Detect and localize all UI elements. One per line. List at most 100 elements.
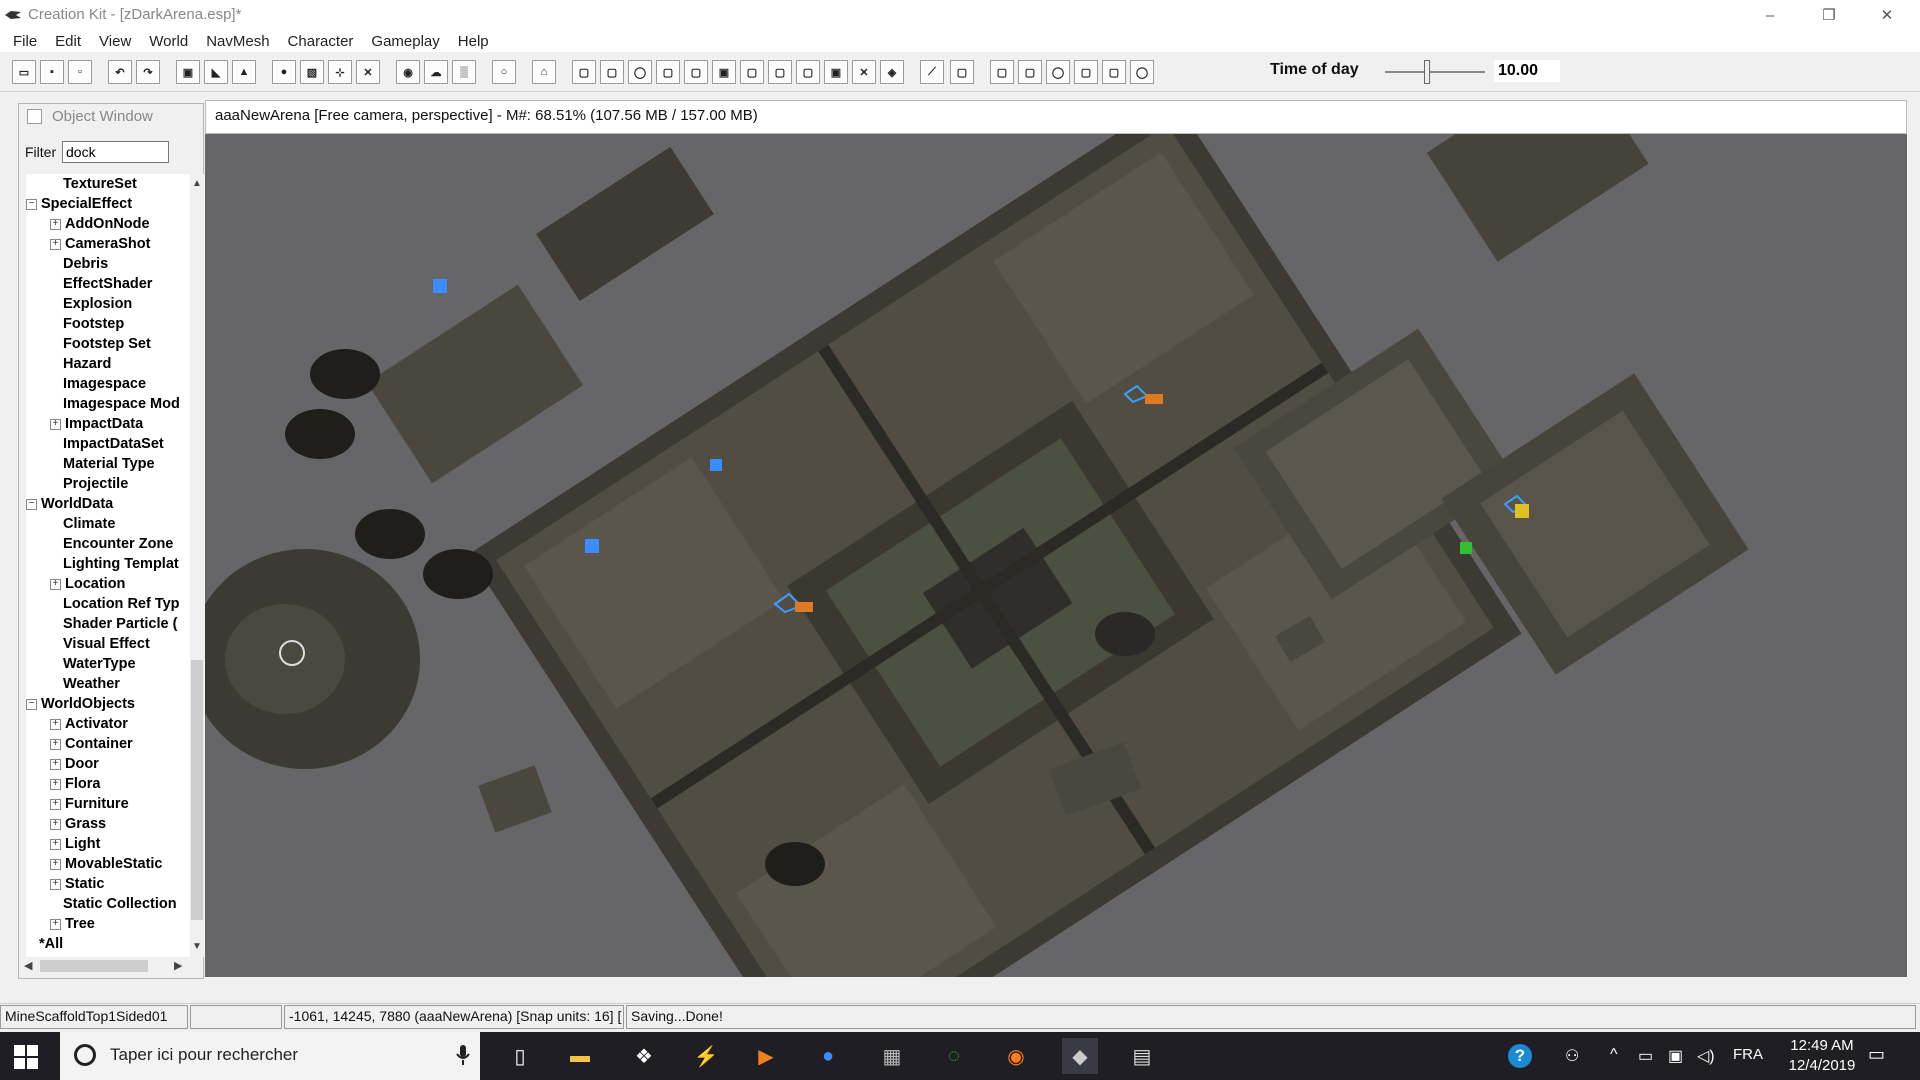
taskbar-clock[interactable]: 12:49 AM 12/4/2019 — [1762, 1036, 1882, 1076]
collapse-icon[interactable]: − — [26, 698, 37, 710]
tree-item[interactable]: + Activator — [50, 714, 128, 734]
tree-item[interactable]: + Furniture — [50, 794, 129, 814]
marker-icon[interactable]: ⌂ — [532, 60, 556, 84]
tree-item[interactable]: Weather — [50, 674, 120, 694]
tool-s-icon[interactable]: ◯ — [1130, 60, 1154, 84]
scroll-down-icon[interactable]: ▼ — [192, 941, 202, 952]
menu-file[interactable]: File — [4, 33, 46, 50]
tree-item[interactable]: + ImpactData — [50, 414, 143, 434]
expand-icon[interactable]: + — [50, 838, 61, 850]
render-window-icon[interactable]: ▲ — [232, 60, 256, 84]
tree-item[interactable]: − WorldObjects — [26, 694, 135, 714]
tool-k-icon[interactable]: ✕ — [852, 60, 876, 84]
tree-item[interactable]: Imagespace — [50, 374, 146, 394]
tree-item[interactable]: EffectShader — [50, 274, 152, 294]
time-of-day-slider-thumb[interactable] — [1424, 60, 1430, 84]
app-window-icon[interactable]: ▦ — [874, 1038, 910, 1074]
tree-item[interactable]: Visual Effect — [50, 634, 150, 654]
tree-item[interactable]: Explosion — [50, 294, 132, 314]
light-bulb-icon[interactable]: ◉ — [396, 60, 420, 84]
menu-navmesh[interactable]: NavMesh — [197, 33, 278, 50]
expand-icon[interactable]: + — [50, 578, 61, 590]
rotate-icon[interactable]: ◣ — [204, 60, 228, 84]
tool-f-icon[interactable]: ▣ — [712, 60, 736, 84]
brush-icon[interactable]: ⟋ — [920, 60, 944, 84]
tree-item[interactable]: − SpecialEffect — [26, 194, 132, 214]
grass-icon[interactable]: ▒ — [452, 60, 476, 84]
tree-item[interactable]: + MovableStatic — [50, 854, 163, 874]
scroll-right-icon[interactable]: ▶ — [174, 959, 182, 972]
tree-item[interactable]: + Flora — [50, 774, 100, 794]
tree-item[interactable]: Encounter Zone — [50, 534, 173, 554]
tool-e-icon[interactable]: ▢ — [684, 60, 708, 84]
expand-icon[interactable]: + — [50, 418, 61, 430]
tree-item[interactable]: + Static — [50, 874, 105, 894]
save-all-icon[interactable]: ▫ — [68, 60, 92, 84]
tree-item[interactable]: Footstep — [50, 314, 124, 334]
file-explorer-icon[interactable]: ▬ — [562, 1038, 598, 1074]
expand-icon[interactable]: + — [50, 878, 61, 890]
landscape-icon[interactable]: ▧ — [300, 60, 324, 84]
save-icon[interactable]: ▪ — [40, 60, 64, 84]
tree-item[interactable]: Projectile — [50, 474, 128, 494]
minimize-button[interactable]: – — [1747, 0, 1793, 30]
tree-item[interactable]: + CameraShot — [50, 234, 150, 254]
redo-icon[interactable]: ↷ — [136, 60, 160, 84]
tree-item[interactable]: Location Ref Typ — [50, 594, 180, 614]
tool-q-icon[interactable]: ▢ — [1074, 60, 1098, 84]
tool-b-icon[interactable]: ▢ — [600, 60, 624, 84]
tool-l-icon[interactable]: ◈ — [880, 60, 904, 84]
menu-help[interactable]: Help — [449, 33, 498, 50]
tree-item[interactable]: Material Type — [50, 454, 155, 474]
tree-item[interactable]: Debris — [50, 254, 108, 274]
open-icon[interactable]: ▭ — [12, 60, 36, 84]
expand-icon[interactable]: + — [50, 778, 61, 790]
tree-item[interactable]: Climate — [50, 514, 115, 534]
expand-icon[interactable]: + — [50, 238, 61, 250]
tree-item[interactable]: + Door — [50, 754, 99, 774]
windows-start-icon[interactable] — [14, 1045, 38, 1074]
tree-item[interactable]: + Tree — [50, 914, 95, 934]
menu-view[interactable]: View — [90, 33, 140, 50]
tree-item[interactable]: + Container — [50, 734, 133, 754]
microphone-icon[interactable] — [456, 1044, 470, 1071]
menu-character[interactable]: Character — [279, 33, 363, 50]
tool-m-icon[interactable]: ▢ — [950, 60, 974, 84]
expand-icon[interactable]: + — [50, 918, 61, 930]
havok-icon[interactable]: ⊹ — [328, 60, 352, 84]
fx-icon[interactable]: ✕ — [356, 60, 380, 84]
tree-item[interactable]: + Grass — [50, 814, 106, 834]
lasso-icon[interactable]: ○ — [492, 60, 516, 84]
firefox-icon[interactable]: ◉ — [998, 1038, 1034, 1074]
tree-item[interactable]: Static Collection — [50, 894, 177, 914]
time-of-day-value[interactable]: 10.00 — [1494, 60, 1560, 82]
scroll-up-icon[interactable]: ▲ — [192, 178, 202, 189]
expand-icon[interactable]: + — [50, 218, 61, 230]
tree-item[interactable]: WaterType — [50, 654, 136, 674]
creation-kit-taskbar-icon[interactable]: ◆ — [1062, 1038, 1098, 1074]
sky-icon[interactable]: ☁ — [424, 60, 448, 84]
expand-icon[interactable]: + — [50, 738, 61, 750]
menu-edit[interactable]: Edit — [46, 33, 90, 50]
tool-h-icon[interactable]: ▢ — [768, 60, 792, 84]
collapse-icon[interactable]: − — [26, 198, 37, 210]
help-icon[interactable]: ? — [1508, 1044, 1532, 1068]
tree-item[interactable]: + AddOnNode — [50, 214, 150, 234]
show-hidden-icons-icon[interactable]: ^ — [1610, 1046, 1618, 1064]
dropbox-icon[interactable]: ❖ — [626, 1038, 662, 1074]
expand-icon[interactable]: + — [50, 718, 61, 730]
close-button[interactable]: ✕ — [1864, 0, 1910, 30]
people-icon[interactable]: ⚇ — [1565, 1046, 1579, 1066]
tool-o-icon[interactable]: ▢ — [1018, 60, 1042, 84]
tree-item[interactable]: Imagespace Mod — [50, 394, 180, 414]
notepad-icon[interactable]: ▤ — [1124, 1038, 1160, 1074]
tool-n-icon[interactable]: ▢ — [990, 60, 1014, 84]
tool-g-icon[interactable]: ▢ — [740, 60, 764, 84]
tree-item[interactable]: Hazard — [50, 354, 111, 374]
menu-world[interactable]: World — [140, 33, 197, 50]
visual-studio-code-icon[interactable]: ⚡ — [688, 1038, 724, 1074]
language-indicator[interactable]: FRA — [1733, 1046, 1763, 1063]
collapse-icon[interactable]: − — [26, 498, 37, 510]
world-icon[interactable]: ● — [272, 60, 296, 84]
battery-icon[interactable]: ▭ — [1638, 1046, 1653, 1066]
